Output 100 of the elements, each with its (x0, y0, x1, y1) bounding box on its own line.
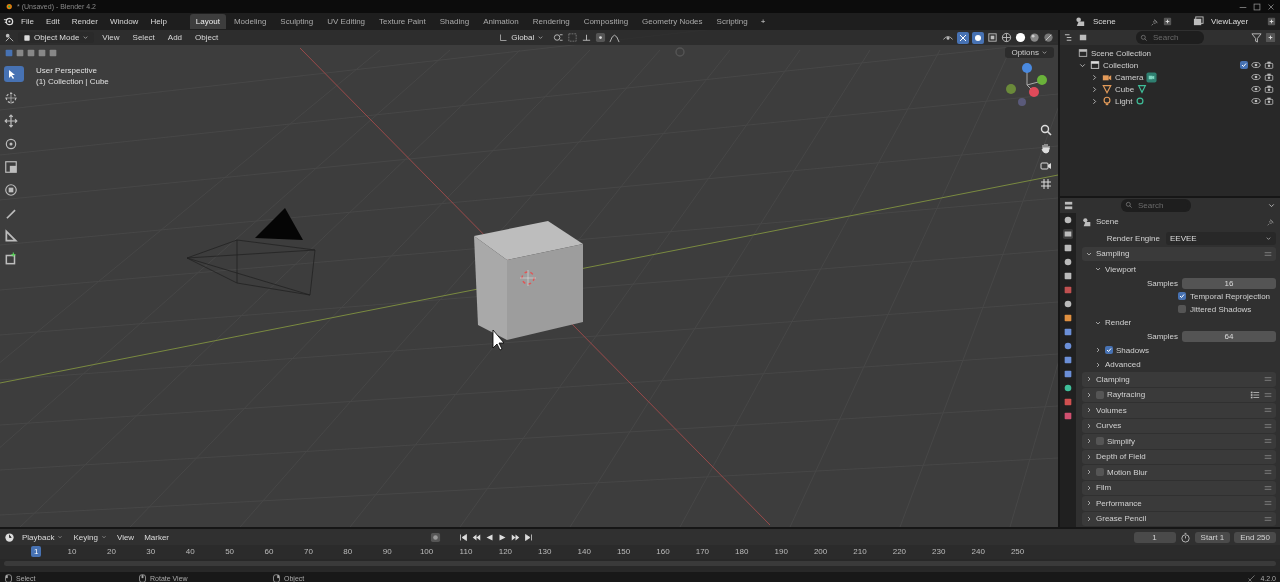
workspace-tab[interactable]: Geometry Nodes (636, 14, 709, 29)
grid-icon[interactable] (1040, 178, 1052, 190)
panel-checkbox[interactable] (1096, 437, 1104, 446)
measure-tool-icon[interactable] (4, 229, 18, 243)
display-mode-icon[interactable] (1078, 32, 1089, 43)
workspace-tab[interactable]: Layout (189, 14, 226, 29)
checkbox[interactable] (1178, 305, 1186, 313)
start-frame-field[interactable]: Start 1 (1194, 531, 1231, 543)
panel-header[interactable]: Motion Blur (1107, 467, 1148, 477)
select-subtract-icon[interactable] (26, 47, 36, 58)
properties-tab-icon[interactable] (1063, 340, 1073, 351)
select-intersect-icon[interactable] (48, 47, 58, 58)
wireframe-shading-icon[interactable] (1001, 32, 1012, 43)
properties-tab-icon[interactable] (1063, 368, 1073, 379)
properties-tab-icon[interactable] (1063, 256, 1073, 267)
expand-caret-icon[interactable] (1090, 96, 1099, 106)
snap-target-icon[interactable] (581, 32, 593, 43)
jump-end-icon[interactable] (524, 532, 534, 542)
add-cube-tool-icon[interactable] (4, 252, 18, 266)
expand-caret-icon[interactable] (1085, 483, 1093, 492)
search-box[interactable]: Search (1121, 198, 1191, 212)
menu-item[interactable]: File (16, 15, 39, 28)
panel-header[interactable]: Volumes (1096, 405, 1127, 415)
menu-item[interactable]: Help (145, 15, 172, 28)
expand-caret-icon[interactable] (1090, 72, 1099, 82)
menu-item[interactable]: Marker (141, 531, 173, 543)
playhead[interactable]: 1 (31, 546, 42, 557)
scale-tool-icon[interactable] (4, 160, 18, 174)
filter-icon[interactable] (1251, 32, 1262, 43)
panel-header[interactable]: Performance (1096, 498, 1142, 508)
eye-icon[interactable] (1251, 60, 1261, 70)
options-dropdown[interactable]: Options (1005, 47, 1054, 58)
jump-start-icon[interactable] (459, 532, 469, 542)
workspace-tab[interactable]: UV Editing (321, 14, 372, 29)
panel-checkbox[interactable] (1105, 346, 1113, 355)
transform-tool-icon[interactable] (4, 183, 18, 197)
hand-icon[interactable] (1040, 142, 1052, 154)
falloff-icon[interactable] (609, 32, 621, 43)
pivot-icon[interactable] (552, 32, 565, 43)
zoom-icon[interactable] (1040, 124, 1052, 136)
scene-selector[interactable]: Scene (1088, 16, 1148, 27)
number-field[interactable]: 16 (1182, 277, 1276, 289)
properties-editor-icon[interactable] (1064, 199, 1075, 211)
menu-item[interactable]: View (113, 531, 138, 543)
rendered-shading-icon[interactable] (1043, 32, 1054, 43)
panel-header[interactable]: Raytracing (1107, 390, 1146, 400)
outliner-item[interactable]: Collection (1103, 60, 1139, 70)
properties-tab-icon[interactable] (1063, 312, 1073, 323)
expand-caret-icon[interactable] (1085, 514, 1093, 523)
properties-tab-icon[interactable] (1063, 396, 1073, 407)
workspace-tab[interactable]: Rendering (526, 14, 576, 29)
workspace-tab[interactable]: Modeling (227, 14, 273, 29)
workspace-tab[interactable]: Compositing (577, 14, 635, 29)
clock-icon[interactable] (4, 531, 15, 543)
outliner-item[interactable]: Camera (1115, 72, 1144, 82)
menu-item[interactable]: Render (66, 15, 103, 28)
blender-logo-icon[interactable] (3, 16, 14, 27)
properties-tab-icon[interactable] (1063, 382, 1073, 393)
next-keyframe-icon[interactable] (511, 532, 521, 542)
outliner-item[interactable]: Light (1115, 96, 1133, 106)
panel-header[interactable]: Shadows (1116, 345, 1149, 355)
properties-tab-icon[interactable] (1063, 354, 1073, 365)
bulb-data-icon[interactable] (1135, 96, 1146, 106)
panel-checkbox[interactable] (1096, 390, 1104, 399)
panel-header[interactable]: Render (1105, 318, 1132, 328)
expand-caret-icon[interactable] (1094, 360, 1102, 369)
panel-header[interactable]: Simplify (1107, 436, 1135, 446)
proportional-icon[interactable] (595, 32, 607, 43)
workspace-tab[interactable]: Animation (477, 14, 525, 29)
panel-header[interactable]: Depth of Field (1096, 452, 1146, 462)
panel-header[interactable]: Film (1096, 483, 1112, 493)
blender-logo-icon[interactable] (4, 2, 13, 11)
workspace-tab[interactable]: Scripting (710, 14, 754, 29)
select-invert-icon[interactable] (37, 47, 47, 58)
eye-icon[interactable] (1251, 72, 1261, 82)
outliner-item[interactable]: Scene Collection (1091, 48, 1152, 58)
properties-tab-icon[interactable] (1063, 270, 1073, 281)
eye-icon[interactable] (1251, 84, 1261, 94)
end-frame-field[interactable]: End 250 (1234, 531, 1276, 543)
new-collection-icon[interactable] (1265, 32, 1276, 43)
menu-item[interactable]: Edit (40, 15, 65, 28)
triangle-data-icon[interactable] (1137, 84, 1148, 94)
menu-item[interactable]: Keying (70, 531, 110, 543)
panel-header[interactable]: Viewport (1105, 264, 1136, 274)
exclude-checkbox[interactable] (1240, 61, 1248, 69)
menu-item[interactable]: Object (190, 31, 224, 44)
panel-header[interactable]: Sampling (1096, 249, 1130, 259)
menu-item[interactable]: Window (104, 15, 144, 28)
overlay-toggle-icon[interactable] (972, 31, 984, 44)
scene-icon[interactable] (1075, 16, 1086, 27)
new-scene-icon[interactable] (1162, 16, 1173, 27)
camera-data-icon[interactable] (1146, 71, 1158, 83)
expand-caret-icon[interactable] (1085, 437, 1093, 446)
panel-header[interactable]: Curves (1096, 421, 1122, 431)
previous-keyframe-icon[interactable] (472, 532, 482, 542)
search-box[interactable]: Search (1136, 31, 1204, 44)
gizmo-toggle-icon[interactable] (957, 31, 969, 44)
render-engine-dropdown[interactable]: EEVEE (1166, 232, 1276, 245)
expand-caret-icon[interactable] (1085, 499, 1093, 508)
camera-view-icon[interactable] (1040, 160, 1052, 172)
